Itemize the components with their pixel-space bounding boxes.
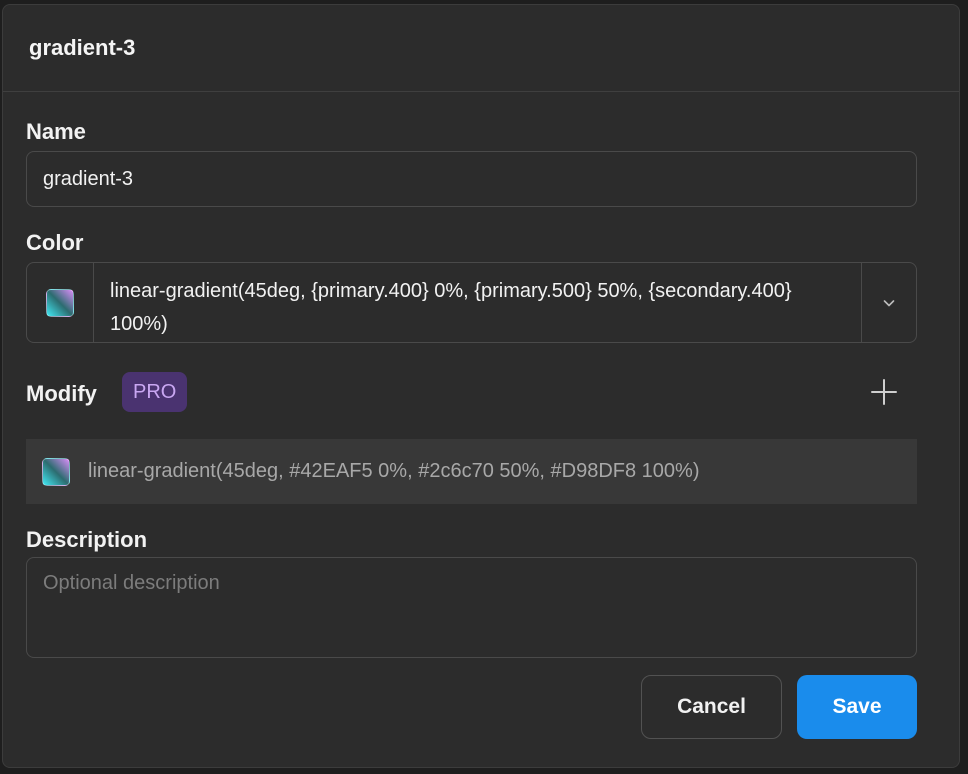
color-swatch-button[interactable] <box>27 263 94 342</box>
pro-badge: PRO <box>122 372 188 412</box>
color-value-text[interactable]: linear-gradient(45deg, {primary.400} 0%,… <box>94 263 861 342</box>
dialog-title: gradient-3 <box>29 35 136 60</box>
description-input[interactable] <box>26 557 917 658</box>
color-field[interactable]: linear-gradient(45deg, {primary.400} 0%,… <box>26 262 917 343</box>
save-button[interactable]: Save <box>797 675 917 739</box>
add-modifier-button[interactable] <box>866 374 902 410</box>
chevron-down-icon <box>883 299 895 306</box>
modifier-row[interactable]: linear-gradient(45deg, #42EAF5 0%, #2c6c… <box>26 439 917 504</box>
description-label: Description <box>26 527 148 552</box>
modify-label: Modify <box>26 381 97 406</box>
dialog-header: gradient-3 <box>3 5 959 92</box>
modifier-value-text: linear-gradient(45deg, #42EAF5 0%, #2c6c… <box>88 460 700 482</box>
modifier-swatch <box>42 457 70 486</box>
name-input[interactable] <box>26 151 917 207</box>
color-dropdown-button[interactable] <box>861 263 916 342</box>
name-label: Name <box>26 119 86 144</box>
color-label: Color <box>26 230 84 255</box>
plus-icon <box>871 379 897 405</box>
cancel-button[interactable]: Cancel <box>641 675 782 739</box>
color-swatch <box>46 288 74 317</box>
